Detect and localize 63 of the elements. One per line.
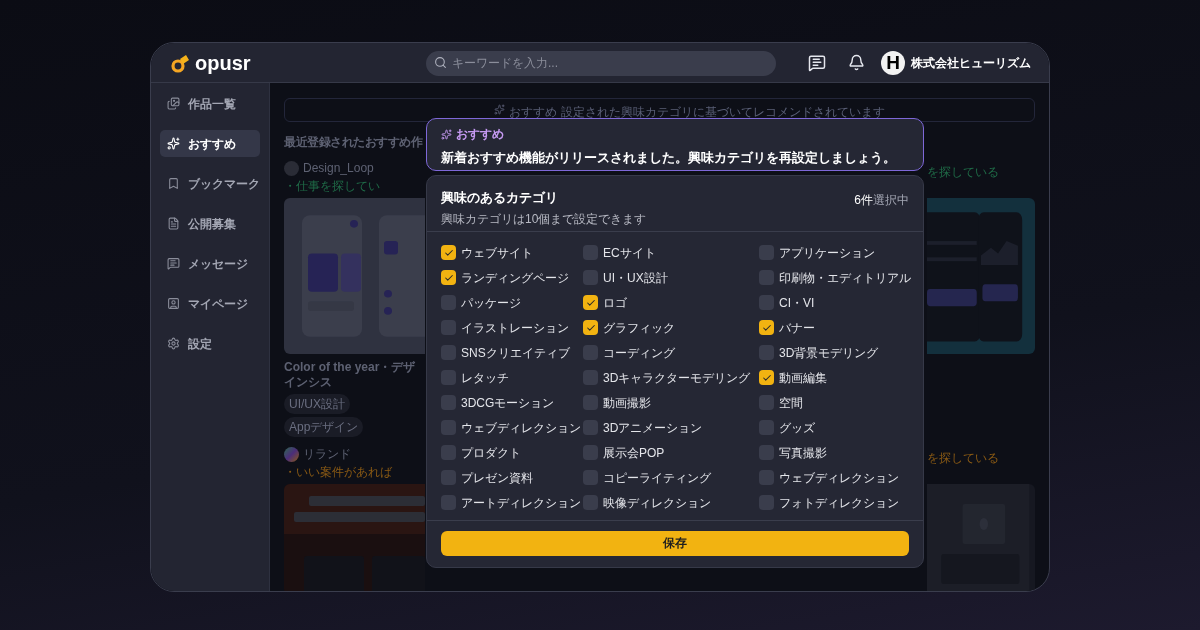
selected-count-label: 選択中 — [873, 192, 909, 209]
sidebar-item[interactable]: メッセージ — [160, 250, 260, 277]
category-option[interactable]: イラストレーション — [441, 320, 583, 335]
category-option[interactable]: ウェブサイト — [441, 245, 583, 260]
category-option[interactable]: グラフィック — [583, 320, 759, 335]
category-option[interactable]: 印刷物・エディトリアル — [759, 270, 911, 285]
toast-message: 新着おすすめ機能がリリースされました。興味カテゴリを再設定しましょう。 — [441, 151, 896, 165]
status-text: を探している — [927, 451, 999, 465]
category-option[interactable]: 3D背景モデリング — [759, 345, 911, 360]
category-option[interactable]: レタッチ — [441, 370, 583, 385]
category-option[interactable]: 動画撮影 — [583, 395, 759, 410]
category-option[interactable]: グッズ — [759, 420, 911, 435]
category-option[interactable]: 3Dアニメーション — [583, 420, 759, 435]
category-option[interactable]: アプリケーション — [759, 245, 911, 260]
category-option[interactable]: バナー — [759, 320, 911, 335]
category-option[interactable]: プレゼン資料 — [441, 470, 583, 485]
category-option[interactable]: ロゴ — [583, 295, 759, 310]
sidebar-item[interactable]: おすすめ — [160, 130, 260, 157]
search-field[interactable]: キーワードを入力... — [426, 50, 776, 76]
category-option[interactable]: 3Dキャラクターモデリング — [583, 370, 759, 385]
category-option[interactable]: ウェブディレクション — [441, 420, 583, 435]
tag: Appデザイン — [284, 417, 364, 437]
logo-text: opusr — [195, 52, 251, 73]
category-option[interactable]: CI・VI — [759, 295, 911, 310]
category-option[interactable]: ウェブディレクション — [759, 470, 911, 485]
category-option[interactable]: ランディングページ — [441, 270, 583, 285]
toast-label: おすすめ — [456, 126, 504, 143]
category-option[interactable]: パッケージ — [441, 295, 583, 310]
category-option[interactable]: 空間 — [759, 395, 911, 410]
category-option[interactable]: SNSクリエイティブ — [441, 345, 583, 360]
sidebar-item[interactable]: ブックマーク — [160, 170, 260, 197]
category-option[interactable]: コーディング — [583, 345, 759, 360]
category-option[interactable]: アートディレクション — [441, 495, 583, 510]
dialog-note: 興味カテゴリは10個まで設定できます — [441, 210, 647, 228]
category-option[interactable]: ECサイト — [583, 245, 759, 260]
category-option[interactable]: UI・UX設計 — [583, 270, 759, 285]
sidebar-item[interactable]: 設定 — [160, 330, 260, 357]
tag: UI/UX設計 — [284, 394, 350, 414]
selected-count: 6件 — [854, 192, 873, 209]
status-text: を探している — [927, 165, 999, 179]
category-option[interactable]: 動画編集 — [759, 370, 911, 385]
category-option[interactable]: 展示会POP — [583, 445, 759, 460]
category-option[interactable]: コピーライティング — [583, 470, 759, 485]
sidebar-item[interactable]: 公開募集 — [160, 210, 260, 237]
category-option[interactable]: プロダクト — [441, 445, 583, 460]
avatar[interactable]: H — [881, 50, 905, 75]
category-option[interactable]: 映像ディレクション — [583, 495, 759, 510]
work-title: Color of the year・デザインシス — [284, 360, 417, 390]
status-text: ・いい案件があれば — [284, 464, 392, 481]
banner-label: おすすめ — [509, 104, 557, 121]
author-name: Design_Loop — [303, 160, 374, 177]
sidebar-item[interactable]: マイページ — [160, 290, 260, 317]
author-name: リランド — [303, 446, 351, 463]
category-option[interactable]: 写真撮影 — [759, 445, 911, 460]
category-option[interactable]: フォトディレクション — [759, 495, 911, 510]
banner-text: 設定された興味カテゴリに基づいてレコメンドされています — [561, 104, 885, 121]
sidebar-item[interactable]: 作品一覧 — [160, 90, 260, 117]
account-name[interactable]: 株式会社ヒューリズム — [911, 53, 1031, 72]
section-heading: 最近登録されたおすすめ作 — [284, 135, 422, 149]
save-button[interactable]: 保存 — [441, 530, 909, 556]
category-option[interactable]: 3DCGモーション — [441, 395, 583, 410]
dialog-title: 興味のあるカテゴリ — [441, 189, 559, 207]
status-text: ・仕事を探してい — [284, 178, 380, 195]
